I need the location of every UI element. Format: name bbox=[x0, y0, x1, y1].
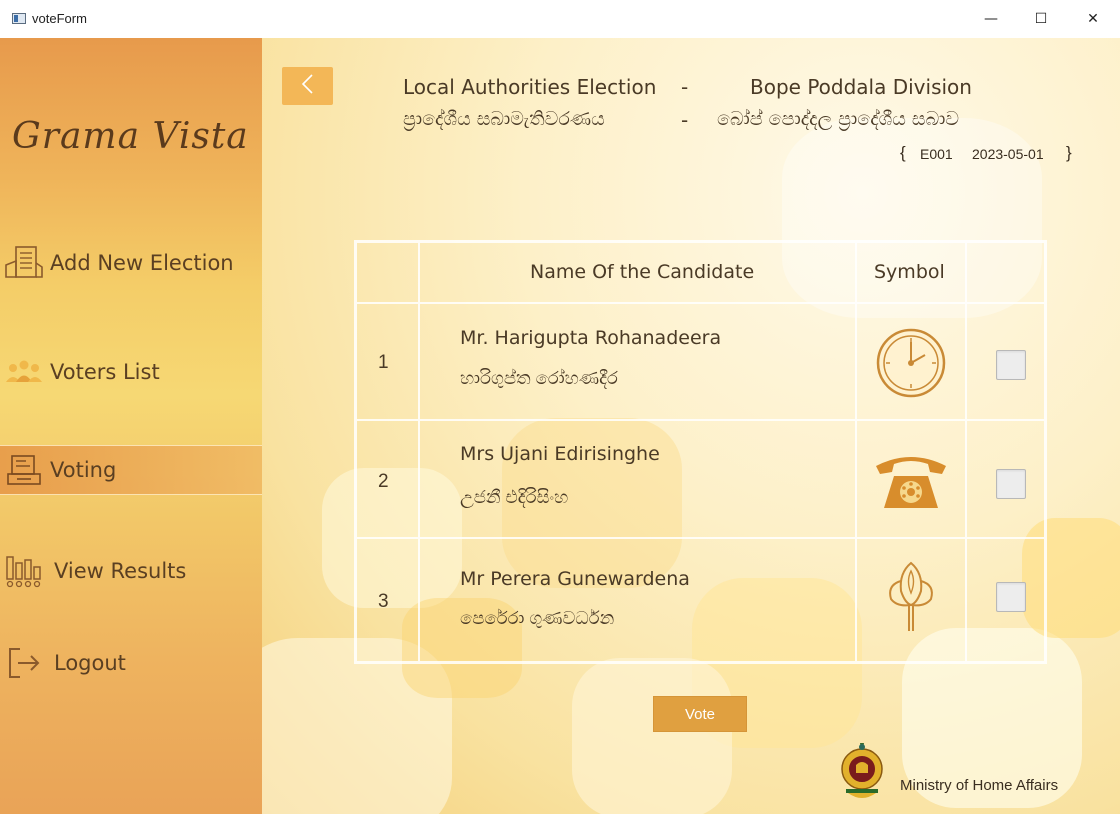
candidate-name: Mr. Harigupta Rohanadeera bbox=[460, 327, 722, 349]
sidebar-item-add-new-election[interactable]: Add New Election bbox=[0, 238, 262, 288]
ballot-box-icon bbox=[4, 243, 44, 283]
bokeh-decoration bbox=[572, 658, 732, 814]
election-id: E001 bbox=[920, 146, 953, 162]
column-header-name: Name Of the Candidate bbox=[530, 261, 755, 283]
close-button[interactable]: ✕ bbox=[1070, 5, 1116, 33]
candidate-name-sinhala: පෙරේරා ගුණවර්ධන bbox=[460, 608, 615, 628]
sidebar-item-label: Voting bbox=[50, 458, 117, 482]
vote-checkbox[interactable] bbox=[996, 469, 1026, 499]
logout-icon bbox=[4, 643, 44, 683]
row-number: 2 bbox=[378, 471, 389, 492]
sidebar-item-label: Voters List bbox=[50, 360, 160, 384]
sri-lanka-emblem-icon bbox=[840, 741, 884, 803]
lotus-symbol-icon bbox=[881, 558, 941, 634]
window-title: voteForm bbox=[32, 11, 87, 26]
telephone-symbol-icon bbox=[871, 450, 951, 514]
minimize-button[interactable]: — bbox=[968, 5, 1014, 33]
division-title-sinhala: බෝප් පොද්දල ප්‍රාදේශීය සබාව bbox=[717, 108, 960, 130]
row-number: 1 bbox=[378, 352, 389, 373]
candidate-name: Mrs Ujani Edirisinghe bbox=[460, 443, 660, 465]
meta-brace-open: { bbox=[900, 143, 906, 162]
voting-machine-icon bbox=[4, 450, 44, 490]
division-title: Bope Poddala Division bbox=[750, 75, 972, 99]
clock-symbol-icon bbox=[874, 326, 948, 400]
vote-button[interactable]: Vote bbox=[653, 696, 747, 732]
table-cell bbox=[356, 242, 419, 303]
title-bar: voteForm — ☐ ✕ bbox=[0, 0, 1120, 38]
table-cell bbox=[419, 420, 856, 538]
people-icon bbox=[4, 352, 44, 392]
bar-chart-icon bbox=[4, 551, 44, 591]
sidebar-item-voters-list[interactable]: Voters List bbox=[0, 347, 262, 397]
meta-brace-close: } bbox=[1066, 143, 1072, 162]
row-number: 3 bbox=[378, 591, 389, 612]
vote-form-window: voteForm — ☐ ✕ Grama Vista Add New Elect… bbox=[0, 0, 1120, 814]
sidebar-item-view-results[interactable]: View Results bbox=[0, 546, 262, 596]
sidebar-item-voting[interactable]: Voting bbox=[0, 445, 262, 495]
candidate-name-sinhala: හාරිගුප්ත රෝහණදීර bbox=[460, 368, 618, 388]
ministry-label: Ministry of Home Affairs bbox=[900, 777, 1059, 794]
election-title-sinhala: ප්‍රාදේශීය සබාමැතිවරණය bbox=[403, 108, 605, 130]
sidebar: Grama Vista Add New Election Voters List… bbox=[0, 38, 262, 814]
vote-checkbox[interactable] bbox=[996, 582, 1026, 612]
header-separator: - bbox=[681, 75, 689, 99]
app-logo: Grama Vista bbox=[12, 116, 249, 157]
candidate-name: Mr Perera Gunewardena bbox=[460, 568, 690, 590]
vote-checkbox[interactable] bbox=[996, 350, 1026, 380]
sidebar-item-label: View Results bbox=[54, 559, 187, 583]
sidebar-item-label: Add New Election bbox=[50, 251, 234, 275]
election-title: Local Authorities Election bbox=[403, 75, 657, 99]
header-separator: - bbox=[681, 108, 689, 132]
chevron-left-icon bbox=[300, 73, 316, 100]
table-cell bbox=[966, 242, 1045, 303]
sidebar-item-logout[interactable]: Logout bbox=[0, 638, 262, 688]
column-header-symbol: Symbol bbox=[874, 261, 945, 283]
ballot-table: Name Of the Candidate Symbol 1 Mr. Harig… bbox=[354, 240, 1047, 664]
back-button[interactable] bbox=[282, 67, 333, 105]
candidate-name-sinhala: උජනී එදිරිසිංහ bbox=[460, 487, 569, 507]
app-icon bbox=[12, 13, 26, 24]
table-cell bbox=[419, 303, 856, 420]
maximize-button[interactable]: ☐ bbox=[1018, 5, 1064, 33]
main-content: Local Authorities Election - Bope Poddal… bbox=[262, 38, 1120, 814]
election-date: 2023-05-01 bbox=[972, 146, 1044, 162]
table-cell bbox=[419, 538, 856, 662]
sidebar-item-label: Logout bbox=[54, 651, 126, 675]
